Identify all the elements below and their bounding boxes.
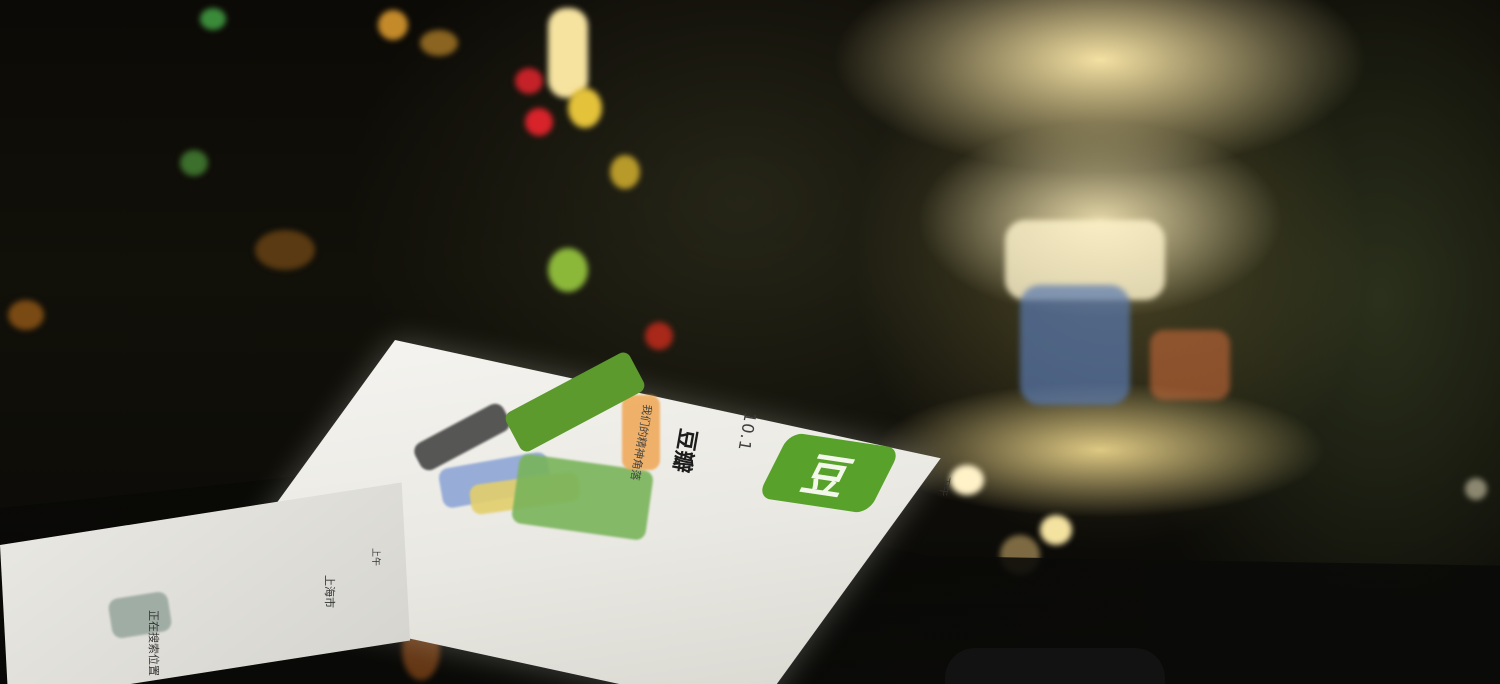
bokeh-light [180,150,208,176]
second-phone-time: 上午 [370,548,380,567]
bokeh-light [548,248,588,292]
bokeh-light [515,68,543,94]
dark-object [945,648,1165,684]
bokeh-light [200,8,226,30]
bokeh-light [1020,285,1130,405]
status-bar-time: 下午 [936,475,952,498]
city-label: 上海市 [323,575,336,608]
bokeh-light [1150,330,1230,400]
photo-scene: 豆 豆瓣 10.1 我们的精神角落 下午 正在搜索位置 上海市 上午 [0,0,1500,684]
bokeh-light [255,230,315,270]
bokeh-light [8,300,44,330]
bokeh-light [420,30,458,56]
bokeh-light [568,88,602,128]
bokeh-light [1040,515,1072,545]
bokeh-light [610,155,640,189]
bokeh-light [645,322,673,350]
bokeh-light [548,8,588,98]
location-label: 正在搜索位置 [147,610,160,676]
bokeh-light [378,10,408,40]
bokeh-light [950,465,984,495]
bokeh-light [525,108,553,136]
bokeh-light [1465,478,1487,500]
douban-glyph: 豆 [793,449,861,506]
